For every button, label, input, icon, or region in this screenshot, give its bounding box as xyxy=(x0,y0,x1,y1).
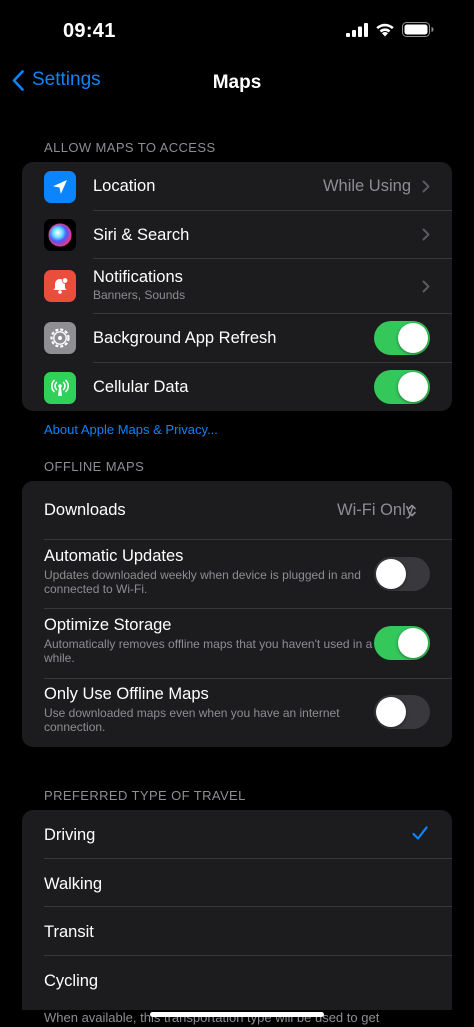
location-label: Location xyxy=(93,177,156,195)
automatic-updates-row: Automatic Updates Updates downloaded wee… xyxy=(22,540,452,609)
status-icons xyxy=(346,22,434,37)
travel-option-transit[interactable]: Transit xyxy=(22,907,452,956)
notifications-label: Notifications xyxy=(93,268,183,286)
travel-option-walking[interactable]: Walking xyxy=(22,859,452,907)
toggle-knob xyxy=(376,559,406,589)
offline-only-row: Only Use Offline Maps Use downloaded map… xyxy=(22,679,452,747)
up-down-chevron-icon xyxy=(408,504,416,517)
status-time: 09:41 xyxy=(63,20,116,42)
automatic-updates-toggle[interactable] xyxy=(374,557,430,591)
travel-group: Driving Walking Transit Cycling xyxy=(22,810,452,1010)
offline-group: Downloads Wi-Fi Only Automatic Updates U… xyxy=(22,481,452,747)
optimize-storage-toggle[interactable] xyxy=(374,626,430,660)
signal-icon xyxy=(346,22,368,37)
travel-option-label: Cycling xyxy=(44,972,99,990)
battery-icon xyxy=(402,22,434,37)
travel-option-driving[interactable]: Driving xyxy=(22,810,452,859)
section-header-travel: PREFERRED TYPE OF TRAVEL xyxy=(44,788,246,803)
automatic-updates-subtitle: Updates downloaded weekly when device is… xyxy=(44,568,361,596)
travel-option-label: Transit xyxy=(44,923,94,941)
siri-icon xyxy=(44,219,76,251)
privacy-link[interactable]: About Apple Maps & Privacy... xyxy=(44,422,218,437)
siri-search-row[interactable]: Siri & Search xyxy=(22,211,452,259)
chevron-right-icon xyxy=(422,228,430,241)
travel-option-cycling[interactable]: Cycling xyxy=(22,956,452,1010)
antenna-icon xyxy=(44,372,76,404)
background-refresh-label: Background App Refresh xyxy=(93,329,277,347)
optimize-storage-subtitle: Automatically removes offline maps that … xyxy=(44,637,373,665)
offline-only-subtitle: Use downloaded maps even when you have a… xyxy=(44,706,340,734)
chevron-right-icon xyxy=(422,180,430,193)
offline-only-label: Only Use Offline Maps xyxy=(44,685,209,703)
optimize-storage-label: Optimize Storage xyxy=(44,616,172,634)
toggle-knob xyxy=(376,697,406,727)
notifications-subtitle: Banners, Sounds xyxy=(93,288,186,302)
automatic-updates-label: Automatic Updates xyxy=(44,547,184,565)
offline-only-toggle[interactable] xyxy=(374,695,430,729)
downloads-row[interactable]: Downloads Wi-Fi Only xyxy=(22,481,452,540)
downloads-value: Wi-Fi Only xyxy=(337,501,414,519)
travel-option-label: Driving xyxy=(44,826,96,844)
cellular-data-toggle[interactable] xyxy=(374,370,430,404)
gear-icon xyxy=(44,322,76,354)
location-arrow-icon xyxy=(44,171,76,203)
access-group: Location While Using Siri & Search Notif… xyxy=(22,162,452,411)
siri-search-label: Siri & Search xyxy=(93,226,190,244)
toggle-knob xyxy=(398,372,428,402)
location-row[interactable]: Location While Using xyxy=(22,162,452,211)
chevron-right-icon xyxy=(422,280,430,293)
status-bar: 09:41 xyxy=(0,0,474,62)
optimize-storage-row: Optimize Storage Automatically removes o… xyxy=(22,609,452,679)
navigation-bar: Settings Maps xyxy=(0,62,474,106)
toggle-knob xyxy=(398,323,428,353)
checkmark-icon xyxy=(412,826,428,840)
toggle-knob xyxy=(398,628,428,658)
page-title: Maps xyxy=(212,72,262,93)
background-refresh-toggle[interactable] xyxy=(374,321,430,355)
cellular-data-label: Cellular Data xyxy=(93,378,189,396)
downloads-label: Downloads xyxy=(44,501,126,519)
notifications-row[interactable]: Notifications Banners, Sounds xyxy=(22,259,452,314)
section-header-offline: OFFLINE MAPS xyxy=(44,459,145,474)
background-refresh-row: Background App Refresh xyxy=(22,314,452,363)
section-header-access: ALLOW MAPS TO ACCESS xyxy=(44,140,216,155)
notification-bell-icon xyxy=(44,270,76,302)
travel-option-label: Walking xyxy=(44,875,103,893)
location-value: While Using xyxy=(322,177,411,195)
cellular-data-row: Cellular Data xyxy=(22,363,452,411)
wifi-icon xyxy=(376,23,394,37)
home-indicator xyxy=(150,1012,324,1017)
